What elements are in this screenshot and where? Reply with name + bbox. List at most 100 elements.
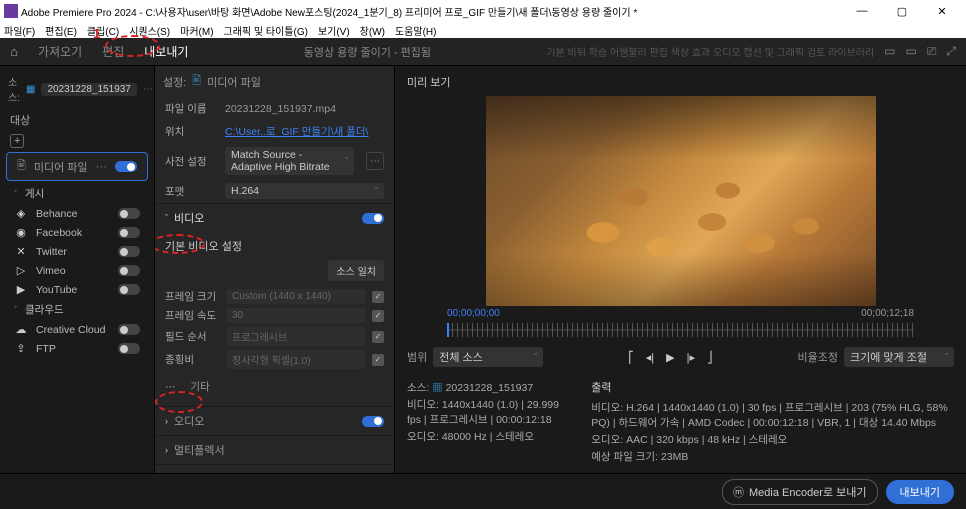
menu-edit[interactable]: 편집(E)	[45, 23, 77, 38]
framesize-label: 프레임 크기	[165, 289, 220, 304]
preset-select[interactable]: Match Source - Adaptive High Bitrateˇ	[225, 147, 354, 175]
location-link[interactable]: C:\User..로_GIF 만들기\새 폴더\	[225, 124, 384, 139]
timecode-in[interactable]: 00;00;00;00	[447, 308, 500, 319]
mark-out-icon[interactable]: ⎦	[707, 351, 713, 364]
format-select[interactable]: H.264ˇ	[225, 183, 384, 199]
icon-quick-export[interactable]: ▭	[884, 44, 895, 59]
app-icon	[4, 4, 18, 18]
close-button[interactable]: ✕	[922, 5, 962, 18]
menu-view[interactable]: 보기(V)	[318, 23, 350, 38]
menu-window[interactable]: 창(W)	[360, 23, 385, 38]
more-icon[interactable]: ⋯	[96, 160, 107, 173]
section-audio[interactable]: ›오디오	[155, 406, 394, 435]
aspect-lock[interactable]: ✓	[372, 354, 384, 366]
ftp-toggle[interactable]	[118, 343, 140, 354]
framesize-input[interactable]: Custom (1440 x 1440)	[226, 289, 366, 304]
section-caption[interactable]: ›캡션	[155, 464, 394, 473]
section-mux[interactable]: ›멀티플렉서	[155, 435, 394, 464]
menu-graphic[interactable]: 그래픽 및 타이틀(G)	[224, 23, 308, 38]
cloud-cc[interactable]: ☁Creative Cloud	[0, 320, 154, 339]
format-label: 포맷	[165, 184, 217, 199]
section-video[interactable]: ˇ비디오	[155, 203, 394, 232]
media-file-icon: 🖹	[17, 157, 26, 176]
media-file-destination[interactable]: 🖹 미디어 파일 ⋯	[6, 152, 148, 181]
preview-title: 미리 보기	[407, 72, 954, 96]
cloud-section[interactable]: ˇ클라우드	[0, 299, 154, 320]
mark-in-icon[interactable]: ⎡	[628, 351, 634, 364]
menu-bar: 파일(F) 편집(E) 클립(C) 시퀀스(S) 마커(M) 그래픽 및 타이틀…	[0, 22, 966, 38]
minimize-button[interactable]: —	[842, 5, 882, 17]
social-youtube[interactable]: ▶YouTube	[0, 280, 154, 299]
section-more[interactable]: ⋯ 기타	[165, 371, 384, 396]
step-back-icon[interactable]: ◂|	[646, 351, 654, 364]
cloud-ftp[interactable]: ⇪FTP	[0, 339, 154, 358]
fieldorder-input[interactable]: 프로그레시브	[226, 327, 366, 346]
ovid-value: H.264 | 1440x1440 (1.0) | 30 fps | 프로그레시…	[591, 402, 947, 429]
workspace-picker: 기본 비뒤 학습 어쌤불리 편집 색상 효과 오디오 캡션 및 그래픽 검토 라…	[536, 44, 966, 59]
vimeo-toggle[interactable]	[118, 265, 140, 276]
tab-export[interactable]: 내보내기	[134, 38, 198, 66]
twitter-toggle[interactable]	[118, 246, 140, 257]
range-select[interactable]: 전체 소스ˇ	[433, 347, 543, 367]
source-name[interactable]: 20231228_151937	[41, 83, 136, 96]
audio-toggle[interactable]	[362, 416, 384, 427]
video-settings: 기본 비디오 설정 소스 일치 프레임 크기 Custom (1440 x 144…	[155, 232, 394, 406]
source-label: 소스:	[8, 74, 20, 104]
settings-label: 설정:	[163, 74, 186, 90]
workspace-text[interactable]: 기본 비뒤 학습 어쌤불리 편집 색상 효과 오디오 캡션 및 그래픽 검토 라…	[546, 44, 874, 59]
menu-file[interactable]: 파일(F)	[4, 23, 35, 38]
step-fwd-icon[interactable]: |▸	[687, 351, 695, 364]
fieldorder-lock[interactable]: ✓	[372, 331, 384, 343]
preset-label: 사전 설정	[165, 154, 217, 169]
icon-max[interactable]: ⎚	[927, 44, 937, 59]
fps-lock[interactable]: ✓	[372, 310, 384, 322]
scale-select[interactable]: 크기에 맞게 조절ˇ	[844, 347, 954, 367]
media-file-toggle[interactable]	[115, 161, 137, 172]
ovid-label: 비디오:	[591, 402, 623, 414]
aud-value: 48000 Hz | 스테레오	[442, 431, 534, 443]
menu-clip[interactable]: 클립(C)	[87, 23, 119, 38]
media-icon: 🖹	[192, 72, 201, 91]
behance-toggle[interactable]	[118, 208, 140, 219]
video-toggle[interactable]	[362, 213, 384, 224]
aspect-input[interactable]: 정사각형 픽셀(1.0)	[226, 350, 366, 369]
social-vimeo[interactable]: ▷Vimeo	[0, 261, 154, 280]
play-icon[interactable]: ▶	[666, 351, 674, 364]
tab-edit[interactable]: 편집	[92, 38, 134, 66]
social-behance[interactable]: ◈Behance	[0, 204, 154, 223]
timeline-track[interactable]	[447, 323, 914, 337]
window-title: Adobe Premiere Pro 2024 - C:\사용자\user\바탕…	[21, 4, 842, 19]
menu-marker[interactable]: 마커(M)	[180, 23, 213, 38]
preview-image	[486, 96, 876, 306]
aud-label: 오디오:	[407, 431, 439, 443]
tab-import[interactable]: 가져오기	[28, 38, 92, 66]
filename-value[interactable]: 20231228_151937.mp4	[225, 103, 384, 115]
bottom-bar: ⓜMedia Encoder로 보내기 내보내기	[0, 473, 966, 509]
icon-workspaces[interactable]: ▭	[905, 44, 916, 59]
send-to-ame-button[interactable]: ⓜMedia Encoder로 보내기	[722, 479, 878, 505]
menu-help[interactable]: 도움말(H)	[395, 23, 436, 38]
basic-video-label: 기본 비디오 설정	[165, 236, 384, 260]
publish-section[interactable]: ˇ게시	[0, 183, 154, 204]
preset-more[interactable]: ⋯	[366, 152, 384, 170]
fieldorder-label: 필드 순서	[165, 329, 220, 344]
framesize-lock[interactable]: ✓	[372, 291, 384, 303]
menu-sequence[interactable]: 시퀀스(S)	[129, 23, 170, 38]
facebook-toggle[interactable]	[118, 227, 140, 238]
home-icon[interactable]: ⌂	[0, 44, 28, 59]
maximize-button[interactable]: ▢	[882, 5, 922, 18]
icon-fullscreen[interactable]: ⤢	[946, 44, 956, 59]
fps-input[interactable]: 30	[226, 308, 366, 323]
playhead[interactable]	[447, 323, 449, 337]
more-icon[interactable]: ⋯	[143, 84, 153, 95]
match-source-button[interactable]: 소스 일치	[328, 260, 384, 281]
aspect-label: 종횡비	[165, 352, 220, 367]
social-twitter[interactable]: ✕Twitter	[0, 242, 154, 261]
social-facebook[interactable]: ◉Facebook	[0, 223, 154, 242]
timecode-out[interactable]: 00;00;12;18	[861, 308, 914, 319]
youtube-toggle[interactable]	[118, 284, 140, 295]
media-file-label: 미디어 파일	[34, 159, 88, 175]
cc-toggle[interactable]	[118, 324, 140, 335]
add-destination[interactable]: +	[0, 132, 154, 150]
export-button[interactable]: 내보내기	[886, 480, 954, 504]
